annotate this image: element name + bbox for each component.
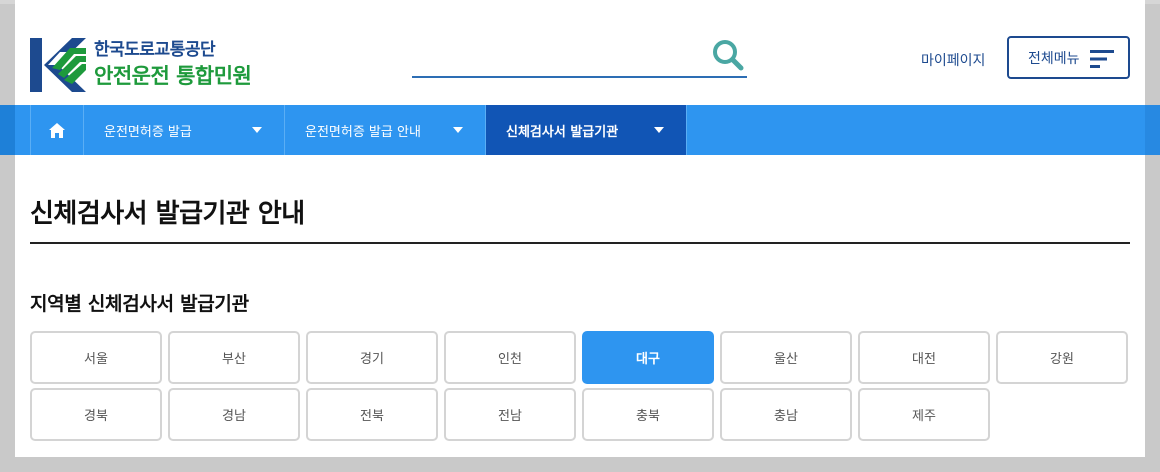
nav-right-edge xyxy=(1145,105,1160,155)
all-menu-button[interactable]: 전체메뉴 xyxy=(1007,36,1130,79)
search-bar xyxy=(412,38,747,78)
region-button-grid: 서울 부산 경기 인천 대구 울산 대전 강원 경북 경남 전북 전남 충북 충… xyxy=(30,331,1130,441)
page-title: 신체검사서 발급기관 안내 xyxy=(30,199,305,229)
logo-text: 한국도로교통공단 안전운전 통합민원 xyxy=(94,40,252,90)
region-button[interactable]: 대전 xyxy=(858,331,990,384)
region-button[interactable]: 인천 xyxy=(444,331,576,384)
region-button[interactable]: 경북 xyxy=(30,388,162,441)
site-name: 안전운전 통합민원 xyxy=(94,64,252,88)
region-button[interactable]: 부산 xyxy=(168,331,300,384)
caret-down-icon xyxy=(252,127,262,133)
caret-down-icon xyxy=(654,127,664,133)
nav-item-license-guide[interactable]: 운전면허증 발급 안내 xyxy=(285,105,486,155)
home-icon xyxy=(49,122,65,138)
hamburger-icon xyxy=(1090,50,1114,68)
nav-item-label: 신체검사서 발급기관 xyxy=(506,124,619,140)
koroad-logo-icon xyxy=(30,38,86,92)
region-button[interactable]: 전북 xyxy=(306,388,438,441)
region-button[interactable]: 대구 xyxy=(582,331,714,384)
search-icon xyxy=(713,40,744,71)
nav-item-license-issue[interactable]: 운전면허증 발급 xyxy=(84,105,285,155)
search-button[interactable] xyxy=(711,38,745,72)
region-button[interactable]: 전남 xyxy=(444,388,576,441)
region-button[interactable]: 제주 xyxy=(858,388,990,441)
mypage-link[interactable]: 마이페이지 xyxy=(921,50,985,70)
region-button[interactable]: 경기 xyxy=(306,331,438,384)
org-name: 한국도로교통공단 xyxy=(94,40,216,60)
region-button[interactable]: 충남 xyxy=(720,388,852,441)
nav-item-medical-institutions[interactable]: 신체검사서 발급기관 xyxy=(486,105,687,155)
caret-down-icon xyxy=(453,127,463,133)
nav-item-label: 운전면허증 발급 xyxy=(104,124,192,140)
main-nav: 운전면허증 발급 운전면허증 발급 안내 신체검사서 발급기관 xyxy=(0,105,1160,155)
region-button[interactable]: 충북 xyxy=(582,388,714,441)
nav-item-label: 운전면허증 발급 안내 xyxy=(305,124,421,140)
region-button[interactable]: 서울 xyxy=(30,331,162,384)
nav-left-edge xyxy=(0,105,15,155)
section-title: 지역별 신체검사서 발급기관 xyxy=(30,293,249,315)
region-button[interactable]: 강원 xyxy=(996,331,1128,384)
site-logo[interactable]: 한국도로교통공단 안전운전 통합민원 xyxy=(30,38,252,92)
all-menu-label: 전체메뉴 xyxy=(1028,50,1080,67)
search-input[interactable] xyxy=(412,38,702,74)
region-button[interactable]: 울산 xyxy=(720,331,852,384)
region-button[interactable]: 경남 xyxy=(168,388,300,441)
title-divider xyxy=(30,242,1130,244)
nav-home[interactable] xyxy=(30,105,84,155)
